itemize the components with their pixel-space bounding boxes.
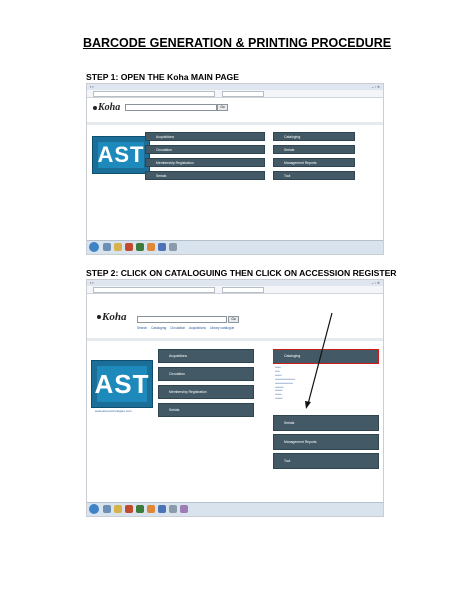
module-button-serials[interactable]: Serials [145, 171, 265, 180]
taskbar-app-icon[interactable] [103, 243, 111, 251]
tab-circulation[interactable]: Circulation [170, 326, 185, 330]
ast-logo: AST [91, 360, 153, 408]
koha-top-nav [87, 98, 383, 103]
browser-address-bar[interactable] [87, 90, 383, 98]
taskbar-app-icon[interactable] [169, 243, 177, 251]
module-button-cataloging[interactable]: Cataloging [273, 349, 379, 364]
koha-logo: Koha [93, 102, 120, 113]
module-button-cataloging[interactable]: Cataloging [273, 132, 355, 141]
catalog-search-input[interactable] [125, 104, 217, 111]
koha-breadcrumb [87, 122, 383, 125]
taskbar-app-icon[interactable] [147, 505, 155, 513]
koha-logo-icon [97, 315, 101, 320]
taskbar-app-icon[interactable] [125, 505, 133, 513]
cataloging-submenu: ▪▪▪▪▪▪ ▪▪▪▪▪ ▪▪▪▪▪▪▪ ▪▪▪▪▪▪▪▪▪▪▪▪▪▪▪▪▪▪▪… [275, 366, 295, 401]
ast-website-link[interactable]: www.ast-technologies.com [95, 409, 132, 413]
koha-search-tabs: Search Cataloging Circulation Acquisitio… [137, 326, 237, 330]
start-button[interactable] [89, 504, 99, 514]
taskbar-app-icon[interactable] [114, 243, 122, 251]
tab-search[interactable]: Search [137, 326, 147, 330]
taskbar-app-icon[interactable] [136, 505, 144, 513]
search-go-button[interactable]: Go [228, 316, 239, 323]
module-button-circulation[interactable]: Circulation [158, 367, 254, 381]
document-title: BARCODE GENERATION & PRINTING PROCEDURE [82, 36, 392, 50]
module-button-serials[interactable]: Serials [158, 403, 254, 417]
taskbar-app-icon[interactable] [158, 505, 166, 513]
taskbar-app-icon[interactable] [147, 243, 155, 251]
module-button-membership[interactable]: Membership Registration [158, 385, 254, 399]
module-button-acquisitions[interactable]: Acquisitions [145, 132, 265, 141]
taskbar-app-icon[interactable] [169, 505, 177, 513]
windows-taskbar [87, 240, 383, 254]
tab-cataloging[interactable]: Cataloging [151, 326, 166, 330]
taskbar-app-icon[interactable] [136, 243, 144, 251]
tab-acquisitions[interactable]: Acquisitions [189, 326, 206, 330]
search-go-button[interactable]: Go [217, 104, 228, 111]
taskbar-app-icon[interactable] [114, 505, 122, 513]
screenshot-step2: ▪ ▪ – ▫ ✕ Koha Go Search Cataloging Circu… [86, 279, 384, 517]
module-button-acquisitions[interactable]: Acquisitions [158, 349, 254, 363]
module-button-tool[interactable]: Tool [273, 453, 379, 469]
koha-breadcrumb [87, 338, 383, 341]
taskbar-app-icon[interactable] [180, 505, 188, 513]
taskbar-app-icon[interactable] [158, 243, 166, 251]
koha-logo-icon [93, 105, 97, 110]
ast-logo: AST [92, 136, 150, 174]
module-button-membership[interactable]: Membership Registration [145, 158, 265, 167]
submenu-item-accession-register[interactable]: ▪▪▪▪▪▪▪▪ [275, 397, 295, 401]
submenu-item[interactable]: ▪▪▪▪▪▪▪▪▪▪▪▪▪▪▪▪▪▪▪ [275, 382, 295, 386]
module-button-serials-right[interactable]: Serials [273, 415, 379, 431]
taskbar-app-icon[interactable] [125, 243, 133, 251]
module-button-tool[interactable]: Tool [273, 171, 355, 180]
catalog-search-input[interactable] [137, 316, 227, 323]
screenshot-step1: ▪ ▪ – ▫ ✕ Koha Go AST Acquisitions Circul… [86, 83, 384, 255]
browser-search-field[interactable] [222, 91, 264, 97]
address-field[interactable] [93, 91, 215, 97]
module-button-reports[interactable]: Management Reports [273, 434, 379, 450]
module-button-reports[interactable]: Management Reports [273, 158, 355, 167]
module-button-serials-right[interactable]: Serials [273, 145, 355, 154]
koha-logo: Koha [97, 311, 126, 323]
browser-search-field[interactable] [222, 287, 264, 293]
step1-heading: STEP 1: OPEN THE Koha MAIN PAGE [86, 72, 239, 82]
koha-top-nav [87, 294, 383, 299]
taskbar-app-icon[interactable] [103, 505, 111, 513]
start-button[interactable] [89, 242, 99, 252]
windows-taskbar [87, 502, 383, 516]
address-field[interactable] [93, 287, 215, 293]
step2-heading: STEP 2: CLICK ON CATALOGUING THEN CLICK … [86, 268, 397, 278]
browser-address-bar[interactable] [87, 286, 383, 294]
module-button-circulation[interactable]: Circulation [145, 145, 265, 154]
tab-library-catalogue[interactable]: Library catalogue [210, 326, 234, 330]
